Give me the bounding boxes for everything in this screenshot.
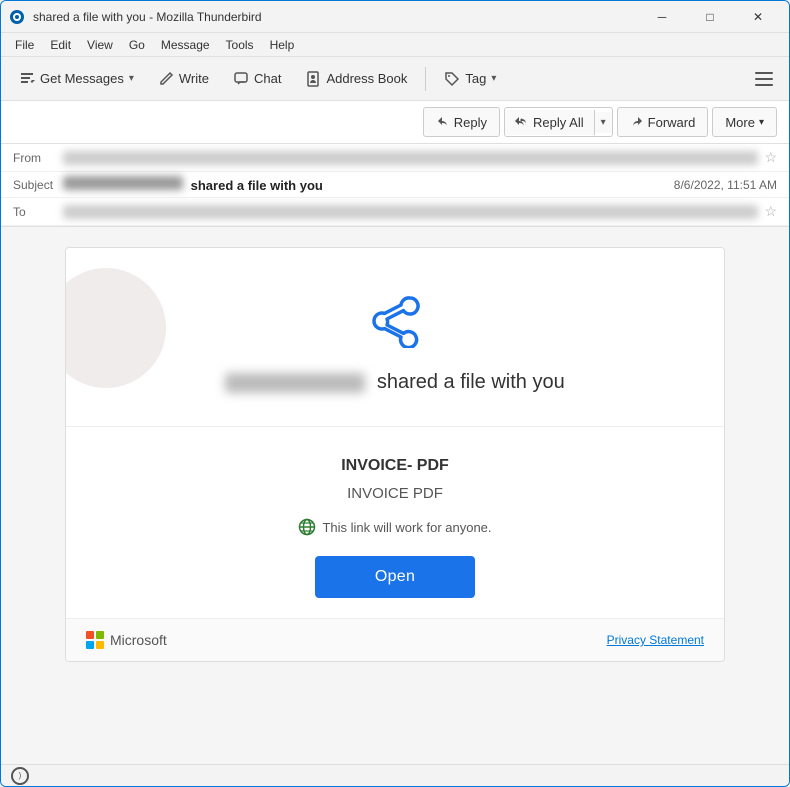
more-dropdown-icon: ▾ xyxy=(759,117,764,128)
toolbar-separator xyxy=(425,67,426,91)
card-bottom: INVOICE- PDF INVOICE PDF This link will … xyxy=(66,427,724,618)
invoice-title: INVOICE- PDF xyxy=(106,457,684,475)
write-icon xyxy=(158,71,174,87)
tag-icon xyxy=(444,71,460,87)
chat-button[interactable]: Chat xyxy=(223,62,291,96)
address-book-button[interactable]: Address Book xyxy=(295,62,417,96)
address-book-icon xyxy=(305,71,321,87)
menu-file[interactable]: File xyxy=(7,36,42,54)
ms-sq-blue xyxy=(86,641,94,649)
ms-brand-label: Microsoft xyxy=(110,632,167,648)
reply-label: Reply xyxy=(454,115,487,130)
privacy-link[interactable]: Privacy Statement xyxy=(607,633,704,647)
subject-row: Subject shared a file with you 8/6/2022,… xyxy=(1,172,789,198)
subject-blurred-part xyxy=(63,176,183,190)
signal-icon: ) xyxy=(11,767,29,785)
globe-icon xyxy=(298,518,316,536)
reply-all-split-button: Reply All ▾ xyxy=(504,107,613,137)
email-content: riskc•m shared a file with you INVOICE- … xyxy=(1,227,789,764)
more-button[interactable]: More ▾ xyxy=(712,107,777,137)
write-button[interactable]: Write xyxy=(148,62,219,96)
reply-all-label: Reply All xyxy=(533,115,584,130)
card-footer: Microsoft Privacy Statement xyxy=(66,618,724,661)
window-title: shared a file with you - Mozilla Thunder… xyxy=(33,10,639,24)
ms-sq-red xyxy=(86,631,94,639)
to-label: To xyxy=(13,205,63,219)
reply-all-button[interactable]: Reply All xyxy=(505,110,595,135)
date-value: 8/6/2022, 11:51 AM xyxy=(674,178,777,192)
chat-icon xyxy=(233,71,249,87)
ms-sq-yellow xyxy=(96,641,104,649)
share-icon xyxy=(365,288,425,348)
title-bar: shared a file with you - Mozilla Thunder… xyxy=(1,1,789,33)
minimize-button[interactable]: ─ xyxy=(639,1,685,33)
ms-squares-icon xyxy=(86,631,104,649)
to-value xyxy=(63,205,758,219)
share-message: shared a file with you xyxy=(377,371,565,393)
get-messages-button[interactable]: Get Messages ▾ xyxy=(9,62,144,96)
get-messages-icon xyxy=(19,71,35,87)
menu-help[interactable]: Help xyxy=(262,36,303,54)
reply-all-dropdown[interactable]: ▾ xyxy=(595,112,612,133)
menu-message[interactable]: Message xyxy=(153,36,218,54)
maximize-button[interactable]: □ xyxy=(687,1,733,33)
email-header: From ☆ Subject shared a file with you 8/… xyxy=(1,144,789,227)
menu-edit[interactable]: Edit xyxy=(42,36,79,54)
forward-button[interactable]: Forward xyxy=(617,107,709,137)
window-controls: ─ □ ✕ xyxy=(639,1,781,33)
subject-text: shared a file with you xyxy=(191,178,323,193)
from-value xyxy=(63,151,758,165)
invoice-subtitle: INVOICE PDF xyxy=(106,485,684,502)
email-action-bar: Reply Reply All ▾ Forward More ▾ xyxy=(1,101,789,144)
menu-view[interactable]: View xyxy=(79,36,121,54)
chat-label: Chat xyxy=(254,71,281,86)
open-button[interactable]: Open xyxy=(315,556,475,598)
menu-go[interactable]: Go xyxy=(121,36,153,54)
menu-bar: File Edit View Go Message Tools Help xyxy=(1,33,789,57)
address-book-label: Address Book xyxy=(326,71,407,86)
reply-icon xyxy=(436,115,450,129)
share-sender-blurred xyxy=(225,373,365,393)
forward-label: Forward xyxy=(648,115,696,130)
more-label: More xyxy=(725,115,755,130)
subject-value: shared a file with you xyxy=(63,176,674,193)
tag-dropdown-icon[interactable]: ▾ xyxy=(491,73,496,84)
get-messages-label: Get Messages xyxy=(40,71,124,86)
main-window: shared a file with you - Mozilla Thunder… xyxy=(0,0,790,787)
to-row: To ☆ xyxy=(1,198,789,226)
from-row: From ☆ xyxy=(1,144,789,172)
ms-logo: Microsoft xyxy=(86,631,167,649)
reply-button[interactable]: Reply xyxy=(423,107,500,137)
from-label: From xyxy=(13,151,63,165)
forward-icon xyxy=(630,115,644,129)
email-card: riskc•m shared a file with you INVOICE- … xyxy=(65,247,725,662)
link-notice-text: This link will work for anyone. xyxy=(322,520,491,535)
app-icon xyxy=(9,9,25,25)
hamburger-button[interactable] xyxy=(747,62,781,96)
subject-label: Subject xyxy=(13,178,63,192)
from-star-icon[interactable]: ☆ xyxy=(764,149,777,166)
link-notice: This link will work for anyone. xyxy=(106,518,684,536)
share-text: shared a file with you xyxy=(106,368,684,396)
get-messages-dropdown-icon[interactable]: ▾ xyxy=(129,73,134,84)
card-top: shared a file with you xyxy=(66,248,724,427)
reply-all-icon xyxy=(515,115,529,129)
ms-sq-green xyxy=(96,631,104,639)
hamburger-icon xyxy=(755,72,773,86)
tag-button[interactable]: Tag ▾ xyxy=(434,62,506,96)
status-bar: ) xyxy=(1,764,789,786)
to-star-icon[interactable]: ☆ xyxy=(764,203,777,220)
write-label: Write xyxy=(179,71,209,86)
menu-tools[interactable]: Tools xyxy=(218,36,262,54)
toolbar: Get Messages ▾ Write Chat Address Book xyxy=(1,57,789,101)
tag-label: Tag xyxy=(465,71,486,86)
close-button[interactable]: ✕ xyxy=(735,1,781,33)
